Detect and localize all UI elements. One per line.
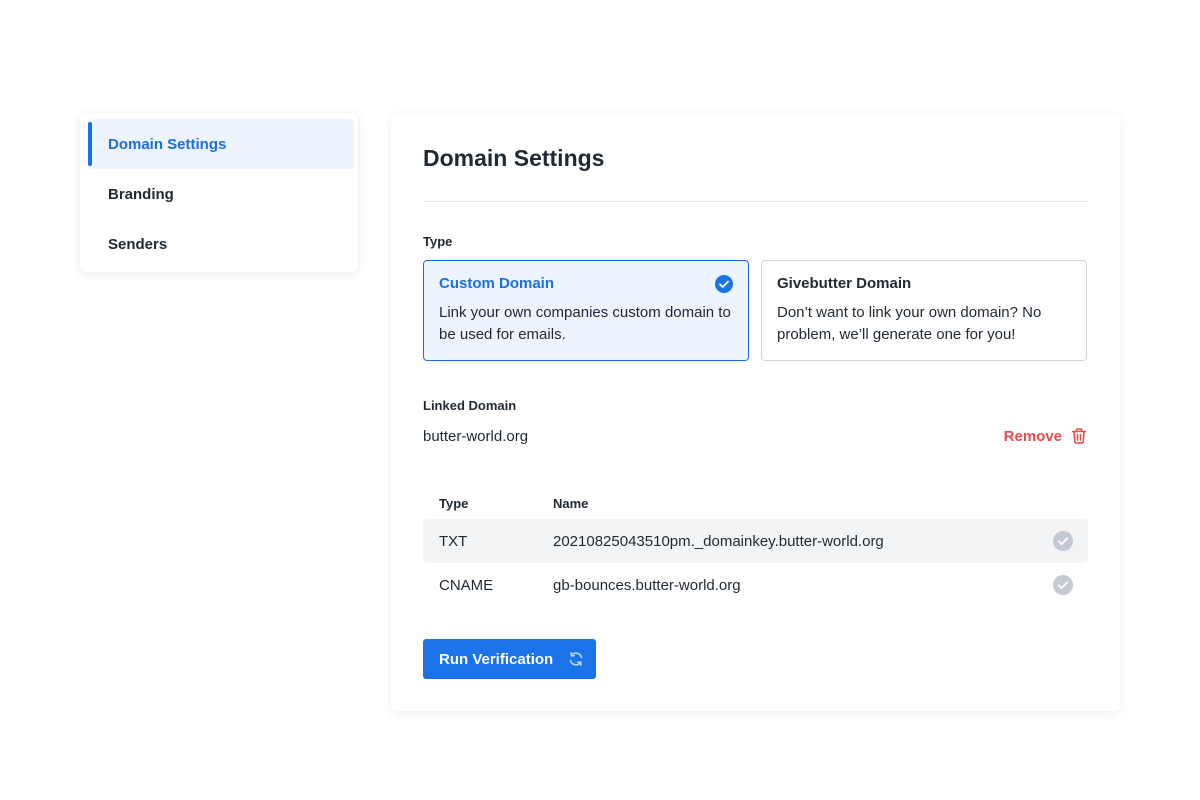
record-type: TXT — [439, 532, 468, 550]
run-verification-label: Run Verification — [439, 650, 554, 668]
dns-records-table: Type Name TXT 20210825043510pm._domainke… — [423, 488, 1088, 607]
type-label: Type — [423, 234, 453, 249]
remove-label: Remove — [1003, 427, 1062, 445]
linked-domain-value: butter-world.org — [423, 428, 529, 445]
column-header-type: Type — [439, 495, 469, 511]
remove-domain-button[interactable]: Remove — [1004, 427, 1088, 445]
table-row: TXT 20210825043510pm._domainkey.butter-w… — [423, 519, 1088, 563]
page-title: Domain Settings — [423, 145, 605, 171]
sidebar-item-domain-settings[interactable]: Domain Settings — [88, 119, 354, 169]
record-name: 20210825043510pm._domainkey.butter-world… — [553, 532, 884, 550]
check-icon — [1053, 531, 1073, 551]
sidebar-item-label: Branding — [108, 185, 174, 203]
givebutter-domain-option[interactable]: Givebutter Domain Don’t want to link you… — [761, 260, 1087, 361]
table-row: CNAME gb-bounces.butter-world.org — [423, 563, 1088, 607]
table-header: Type Name — [423, 488, 1088, 518]
option-description: Link your own companies custom domain to… — [439, 304, 731, 343]
sidebar-item-label: Domain Settings — [108, 135, 227, 153]
record-type: CNAME — [439, 576, 494, 594]
option-title: Custom Domain — [439, 275, 555, 292]
option-description: Don’t want to link your own domain? No p… — [777, 304, 1042, 343]
sidebar-item-branding[interactable]: Branding — [88, 169, 354, 219]
column-header-name: Name — [553, 495, 589, 511]
linked-domain-label: Linked Domain — [423, 398, 517, 413]
sidebar-item-senders[interactable]: Senders — [88, 219, 354, 269]
title-divider — [423, 201, 1088, 202]
check-icon — [1053, 575, 1073, 595]
trash-icon — [1071, 428, 1087, 444]
record-name: gb-bounces.butter-world.org — [553, 576, 741, 594]
run-verification-button[interactable]: Run Verification — [423, 639, 596, 679]
custom-domain-option[interactable]: Custom Domain Link your own companies cu… — [423, 260, 749, 361]
selected-check-icon — [715, 275, 733, 293]
sidebar-item-label: Senders — [108, 235, 168, 253]
refresh-icon — [569, 652, 583, 666]
option-title: Givebutter Domain — [777, 275, 912, 292]
domain-settings-card: Domain Settings Type Custom Domain Link … — [391, 115, 1120, 711]
settings-sidebar: Domain Settings Branding Senders — [80, 113, 358, 272]
